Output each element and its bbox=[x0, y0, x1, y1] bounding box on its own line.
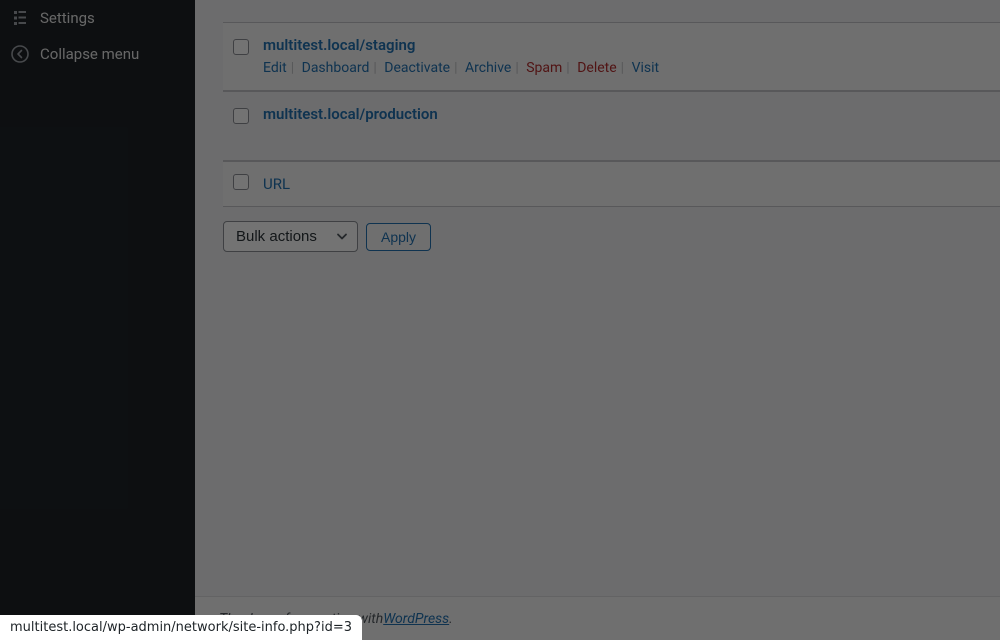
link-preview-statusbar: multitest.local/wp-admin/network/site-in… bbox=[0, 615, 362, 640]
action-edit[interactable]: Edit bbox=[263, 60, 287, 76]
table-row: multitest.local/production bbox=[223, 91, 1000, 161]
bulk-actions-row: Bulk actions Apply bbox=[223, 207, 1000, 252]
action-delete[interactable]: Delete bbox=[577, 60, 616, 76]
sidebar-item-collapse[interactable]: Collapse menu bbox=[0, 36, 195, 72]
action-spam[interactable]: Spam bbox=[526, 60, 562, 76]
bulk-actions-select[interactable]: Bulk actions bbox=[223, 221, 358, 252]
footer-wordpress-link[interactable]: WordPress bbox=[383, 611, 449, 627]
site-title-link[interactable]: multitest.local/staging bbox=[263, 36, 415, 54]
action-deactivate[interactable]: Deactivate bbox=[384, 60, 450, 76]
admin-sidebar: Settings Collapse menu bbox=[0, 0, 195, 596]
action-archive[interactable]: Archive bbox=[465, 60, 511, 76]
footer-suffix: . bbox=[449, 611, 453, 627]
table-footer-row: URL bbox=[223, 161, 1000, 207]
collapse-icon bbox=[10, 44, 30, 64]
sidebar-item-label: Settings bbox=[40, 9, 95, 27]
column-header-url[interactable]: URL bbox=[263, 175, 290, 193]
apply-button[interactable]: Apply bbox=[366, 223, 431, 251]
main-content: multitest.local/staging Edit| Dashboard|… bbox=[195, 0, 1000, 596]
select-all-checkbox[interactable] bbox=[233, 174, 249, 194]
row-actions: Edit| Dashboard| Deactivate| Archive| Sp… bbox=[263, 60, 990, 76]
site-title-link[interactable]: multitest.local/production bbox=[263, 105, 438, 123]
row-checkbox[interactable] bbox=[233, 39, 249, 59]
action-dashboard[interactable]: Dashboard bbox=[302, 60, 370, 76]
sidebar-item-label: Collapse menu bbox=[40, 45, 139, 63]
row-checkbox[interactable] bbox=[233, 108, 249, 128]
sidebar-item-settings[interactable]: Settings bbox=[0, 0, 195, 36]
table-row: multitest.local/staging Edit| Dashboard|… bbox=[223, 22, 1000, 91]
settings-icon bbox=[10, 8, 30, 28]
sites-table: multitest.local/staging Edit| Dashboard|… bbox=[195, 22, 1000, 252]
action-visit[interactable]: Visit bbox=[632, 60, 660, 76]
